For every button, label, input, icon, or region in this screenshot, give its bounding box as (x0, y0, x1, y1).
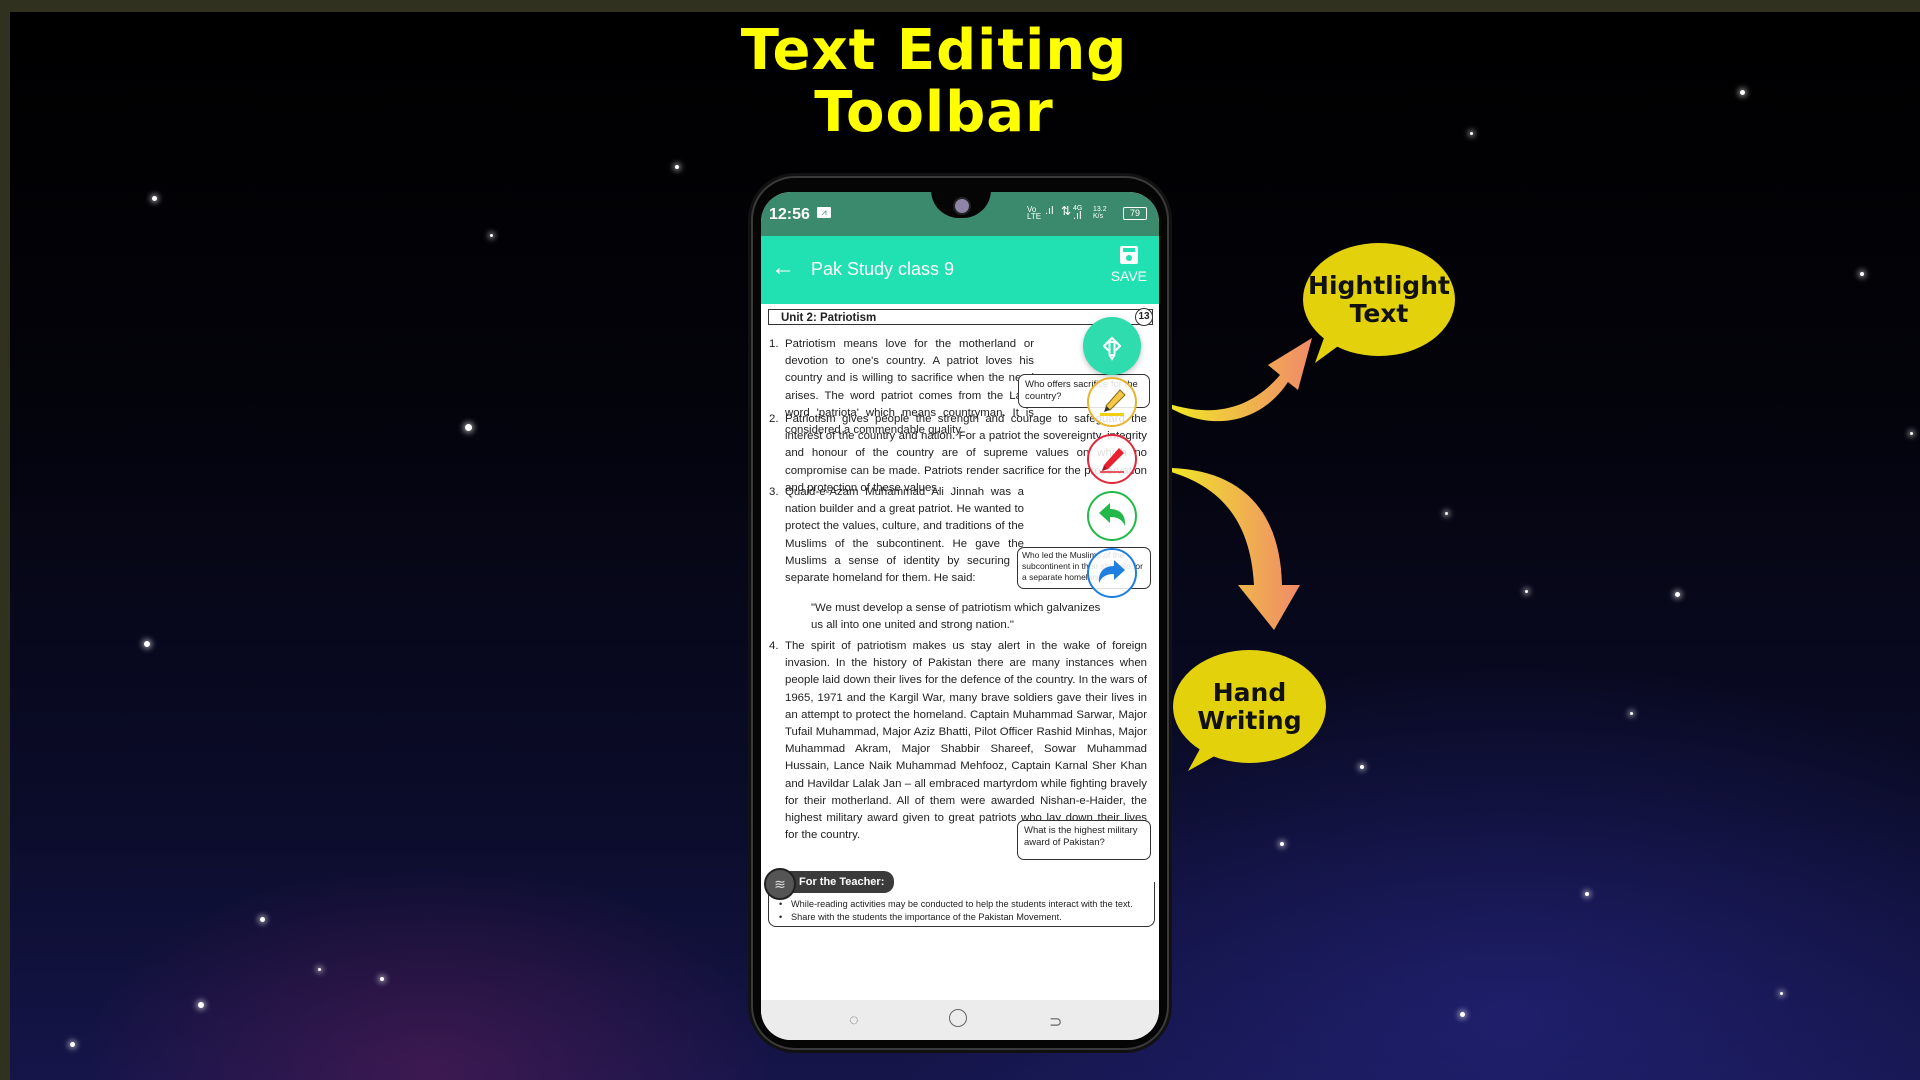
battery-indicator: 79 (1123, 207, 1147, 220)
arrow-to-handwriting (1156, 467, 1300, 630)
book-stack-icon: ≋ (764, 868, 796, 900)
redo-icon (1098, 560, 1125, 583)
status-bar: 12:56 ⩘ Vo LTE .ıl ⇅ 4G .ıl 13.2 K/s 79 (761, 192, 1159, 236)
star (1445, 512, 1448, 515)
status-time: 12:56 (769, 206, 810, 223)
volte-icon: Vo LTE (1027, 205, 1042, 221)
recents-icon: ◌ (849, 1012, 859, 1029)
highlighter-tool-button[interactable] (1087, 377, 1137, 427)
page-number: 13 (1135, 308, 1153, 326)
phone-screen: 12:56 ⩘ Vo LTE .ıl ⇅ 4G .ıl 13.2 K/s 79 ←… (761, 192, 1159, 1040)
back-icon: ⊃ (1049, 1014, 1063, 1031)
star (198, 1002, 204, 1008)
star (1860, 272, 1864, 276)
star (1780, 992, 1783, 995)
recents-button[interactable]: ◌ (849, 1012, 859, 1030)
jinnah-quote: "We must develop a sense of patriotism w… (811, 602, 1101, 632)
callout-handwriting-line-1: Hand (1212, 677, 1287, 707)
nav-back-button[interactable]: ⊃ (1049, 1012, 1062, 1032)
teacher-note: While-reading activities may be conducte… (779, 898, 1141, 911)
callout-arrows (1156, 338, 1312, 630)
arrow-to-highlight (1158, 338, 1312, 422)
star (1630, 712, 1633, 715)
app-bar: ← Pak Study class 9 SAVE (761, 236, 1159, 304)
redo-button[interactable] (1087, 548, 1137, 598)
star (1460, 1012, 1465, 1017)
star (465, 424, 472, 431)
callout-highlight-line-1: Hightlight (1308, 270, 1450, 300)
callout-highlight-line-2: Text (1349, 298, 1409, 328)
save-button[interactable]: SAVE (1111, 246, 1147, 284)
highlighter-icon (1100, 389, 1126, 416)
star (144, 641, 150, 647)
undo-button[interactable] (1087, 491, 1137, 541)
save-label: SAVE (1110, 268, 1147, 284)
home-button[interactable] (949, 1009, 967, 1027)
star (1585, 892, 1589, 896)
star (490, 234, 493, 237)
question-box: What is the highest military award of Pa… (1017, 820, 1151, 860)
teacher-note: Share with the students the importance o… (779, 911, 1141, 924)
front-camera (953, 197, 971, 215)
arrow-left-icon: ← (771, 254, 795, 281)
back-button[interactable]: ← (771, 254, 795, 282)
data-transfer-icon: ⇅ (1061, 204, 1072, 218)
star (380, 977, 384, 981)
headline: Text Editing Toolbar (0, 20, 1868, 144)
star (70, 1042, 75, 1047)
star (260, 917, 265, 922)
pen-icon (1100, 448, 1124, 473)
network-speed: 13.2 K/s (1093, 206, 1107, 220)
callout-handwriting-line-2: Writing (1197, 705, 1302, 735)
callout-highlight-tail (1315, 335, 1345, 363)
signal-icon-2: .ıl (1073, 210, 1082, 222)
headline-line-2: Toolbar (814, 80, 1054, 145)
activity-icon: ⩘ (817, 207, 831, 218)
star (318, 968, 321, 971)
paragraph-3: 3. Quaid-e-Azam Muhammad Ali Jinnah was … (769, 486, 1024, 585)
android-nav-bar: ◌ ⊃ (761, 1000, 1159, 1040)
undo-icon (1099, 503, 1126, 526)
star (1280, 842, 1284, 846)
paragraph-4: 4. The spirit of patriotism makes us sta… (769, 640, 1147, 842)
star (152, 196, 157, 201)
star (1525, 590, 1528, 593)
star (675, 165, 679, 169)
star (1910, 432, 1913, 435)
callout-handwriting-tail (1188, 745, 1220, 771)
phone-frame: 12:56 ⩘ Vo LTE .ıl ⇅ 4G .ıl 13.2 K/s 79 ←… (751, 176, 1169, 1050)
pen-tool-button[interactable] (1087, 434, 1137, 484)
pencil-diamond-icon (1102, 336, 1122, 361)
star (1675, 592, 1680, 597)
headline-line-1: Text Editing (740, 18, 1128, 83)
star (1360, 765, 1364, 769)
floppy-disk-icon (1119, 246, 1138, 264)
toolbar-toggle-button[interactable] (1083, 317, 1141, 375)
signal-icon-1: .ıl (1045, 205, 1054, 217)
teacher-notes-list: While-reading activities may be conducte… (779, 898, 1141, 924)
document-title: Pak Study class 9 (811, 259, 955, 279)
